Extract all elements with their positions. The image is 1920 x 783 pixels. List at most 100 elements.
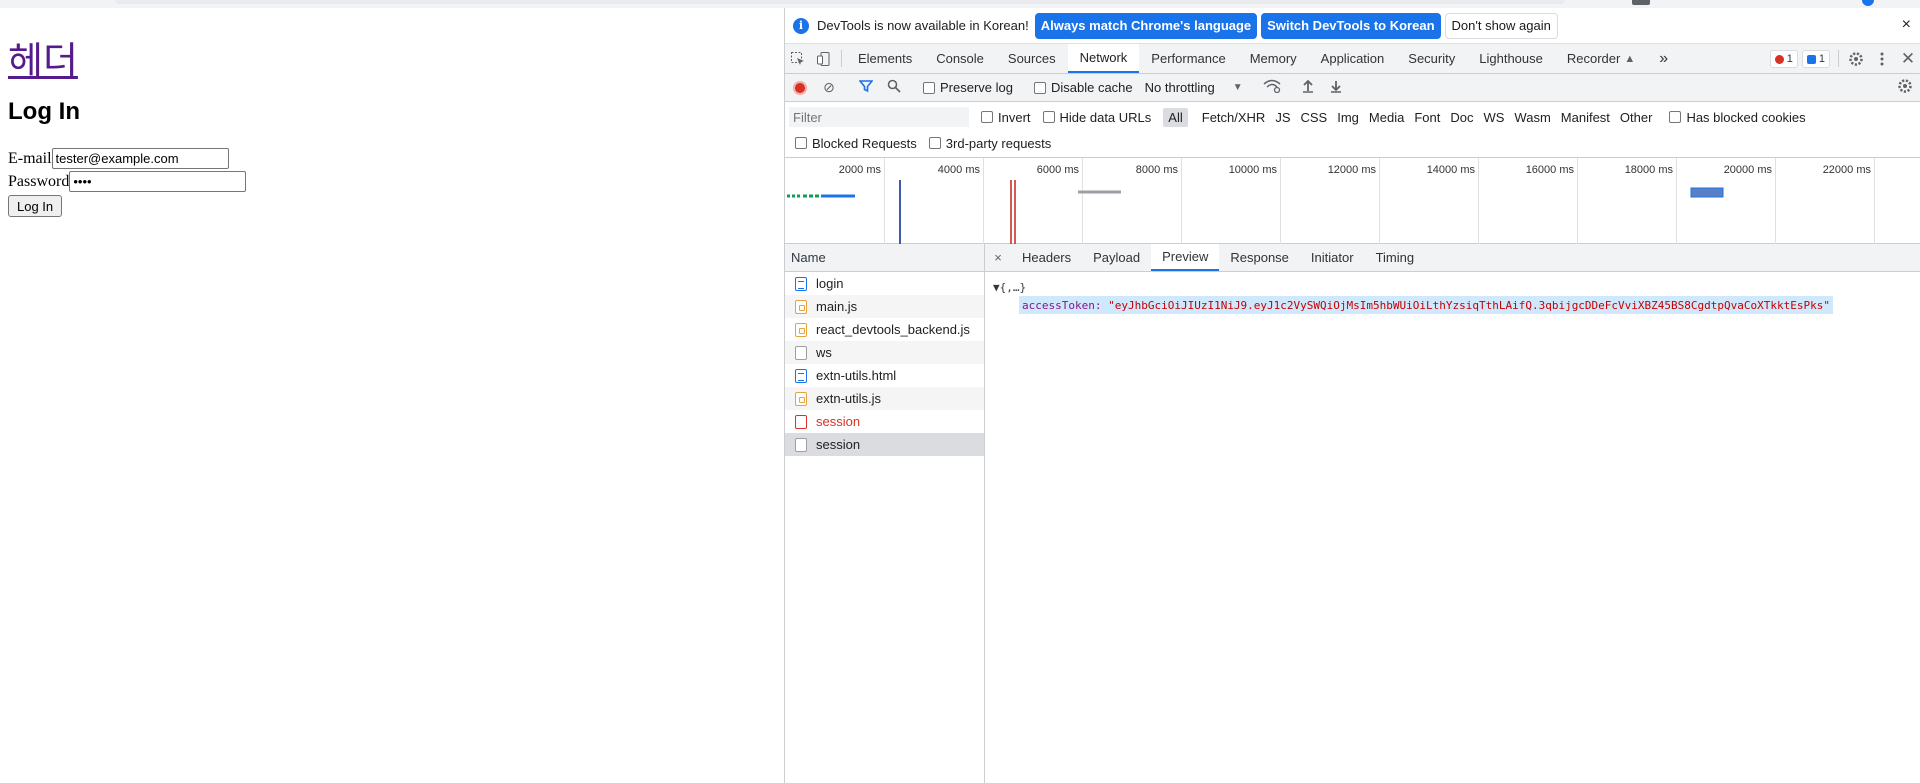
access-token-entry[interactable]: accessToken: "eyJhbGciOiJIUzI1NiJ9.eyJ1c… [1019, 296, 1833, 314]
dont-show-again-button[interactable]: Don't show again [1444, 12, 1558, 39]
network-settings-gear-icon[interactable] [1897, 78, 1913, 97]
inspect-element-icon[interactable] [785, 44, 811, 73]
json-preview[interactable]: ▼{,…} accessToken: "eyJhbGciOiJIUzI1NiJ9… [985, 272, 1920, 320]
checkbox-box [1669, 111, 1682, 123]
throttling-select[interactable]: No throttling ▼ [1145, 80, 1243, 95]
network-overview-timeline[interactable]: 2000 ms 4000 ms 6000 ms 8000 ms 10000 ms… [785, 158, 1920, 244]
tab-sources[interactable]: Sources [996, 44, 1068, 73]
email-field[interactable] [51, 148, 229, 169]
timeline-selection-range [1690, 187, 1724, 198]
tab-preview[interactable]: Preview [1151, 244, 1220, 271]
login-button[interactable]: Log In [8, 195, 63, 217]
search-icon[interactable] [886, 79, 902, 96]
blocked-requests-checkbox[interactable]: Blocked Requests [795, 136, 917, 151]
extension-icon[interactable] [1632, 0, 1650, 5]
close-detail-icon[interactable]: × [985, 244, 1011, 271]
request-name: extn-utils.js [816, 391, 882, 406]
close-devtools-icon[interactable]: ✕ [1895, 44, 1920, 73]
tab-response[interactable]: Response [1219, 244, 1300, 271]
email-label: E-mail [8, 149, 52, 167]
request-detail-panel: × Headers Payload Preview Response Initi… [985, 244, 1920, 783]
filter-icon[interactable] [858, 79, 874, 96]
request-row[interactable]: session [785, 410, 984, 433]
has-blocked-cookies-checkbox[interactable]: Has blocked cookies [1669, 110, 1806, 125]
request-name: session [816, 437, 861, 452]
filter-type-other[interactable]: Other [1615, 108, 1658, 127]
preserve-log-checkbox[interactable]: Preserve log [923, 80, 1013, 95]
record-icon[interactable] [793, 80, 807, 95]
message-count-badge[interactable]: 1 [1801, 50, 1830, 68]
kebab-menu-icon[interactable] [1869, 44, 1895, 73]
tab-performance[interactable]: Performance [1139, 44, 1237, 73]
filter-type-manifest[interactable]: Manifest [1556, 108, 1615, 127]
timeline-bars [787, 180, 1724, 244]
invert-label: Invert [998, 109, 1031, 125]
infobar-close-icon[interactable]: × [1902, 16, 1911, 34]
network-toolbar: ⊘ Preserve log Disable cache No throttli… [785, 74, 1920, 102]
devtools-tabbar: Elements Console Sources Network Perform… [785, 44, 1920, 74]
tabbar-right: 1 1 ✕ [1769, 44, 1920, 73]
request-row[interactable]: login [785, 272, 984, 295]
request-row[interactable]: ws [785, 341, 984, 364]
filter-type-ws[interactable]: WS [1478, 108, 1509, 127]
tab-memory[interactable]: Memory [1238, 44, 1309, 73]
match-language-button[interactable]: Always match Chrome's language [1034, 12, 1258, 39]
disable-cache-checkbox[interactable]: Disable cache [1033, 80, 1133, 95]
error-count-badge[interactable]: 1 [1769, 50, 1798, 68]
password-field[interactable] [69, 171, 247, 192]
tab-lighthouse[interactable]: Lighthouse [1467, 44, 1555, 73]
tab-console[interactable]: Console [924, 44, 996, 73]
filter-type-img[interactable]: Img [1332, 108, 1364, 127]
invert-checkbox[interactable]: Invert [981, 110, 1031, 125]
request-row[interactable]: extn-utils.js [785, 387, 984, 410]
export-har-icon[interactable] [1328, 79, 1344, 96]
header-link[interactable]: 헤더 [8, 30, 78, 85]
switch-korean-button[interactable]: Switch DevTools to Korean [1261, 12, 1441, 39]
filter-type-fetch-xhr[interactable]: Fetch/XHR [1197, 108, 1271, 127]
request-name: session [816, 414, 861, 429]
filter-options-row-2: Blocked Requests 3rd-party requests [795, 132, 1063, 154]
checkbox-box [981, 111, 993, 123]
tab-security[interactable]: Security [1396, 44, 1467, 73]
info-icon: i [793, 17, 809, 34]
tab-initiator[interactable]: Initiator [1300, 244, 1365, 271]
address-bar-edge[interactable] [115, 0, 1565, 4]
clear-icon[interactable]: ⊘ [821, 79, 837, 96]
import-har-icon[interactable] [1300, 79, 1316, 96]
filter-type-doc[interactable]: Doc [1445, 108, 1478, 127]
hide-data-urls-checkbox[interactable]: Hide data URLs [1042, 110, 1151, 125]
name-column-header[interactable]: Name [785, 244, 984, 272]
filter-type-css[interactable]: CSS [1296, 108, 1333, 127]
tab-network[interactable]: Network [1067, 44, 1140, 73]
request-row[interactable]: extn-utils.html [785, 364, 984, 387]
request-row[interactable]: main.js [785, 295, 984, 318]
tab-payload[interactable]: Payload [1082, 244, 1151, 271]
tab-elements[interactable]: Elements [846, 44, 924, 73]
json-root-node[interactable]: ▼{,…} [993, 278, 1913, 296]
tab-application[interactable]: Application [1309, 44, 1397, 73]
network-conditions-icon[interactable] [1263, 79, 1281, 96]
filter-input[interactable] [789, 107, 969, 127]
tab-recorder[interactable]: Recorder ▲ [1555, 44, 1647, 73]
tab-timing[interactable]: Timing [1365, 244, 1426, 271]
tab-recorder-label: Recorder [1566, 51, 1621, 66]
request-row-selected[interactable]: session [785, 433, 984, 456]
more-tabs-icon[interactable]: » [1647, 44, 1680, 73]
settings-gear-icon[interactable] [1843, 44, 1869, 73]
checkbox-box [1033, 81, 1046, 94]
throttling-value: No throttling [1144, 80, 1215, 95]
third-party-checkbox[interactable]: 3rd-party requests [928, 136, 1051, 151]
filter-type-all[interactable]: All [1163, 107, 1188, 127]
infobar-message: DevTools is now available in Korean! [817, 18, 1029, 33]
devtools-panel: i DevTools is now available in Korean! A… [784, 8, 1920, 783]
filter-type-font[interactable]: Font [1409, 108, 1445, 127]
filter-type-wasm[interactable]: Wasm [1509, 108, 1555, 127]
filter-type-media[interactable]: Media [1364, 108, 1409, 127]
device-toolbar-icon[interactable] [811, 44, 837, 73]
tab-headers[interactable]: Headers [1011, 244, 1082, 271]
checkbox-box [923, 81, 935, 94]
request-row[interactable]: react_devtools_backend.js [785, 318, 984, 341]
profile-icon[interactable] [1862, 0, 1874, 6]
filter-type-js[interactable]: JS [1270, 108, 1295, 127]
preserve-log-label: Preserve log [940, 80, 1013, 95]
